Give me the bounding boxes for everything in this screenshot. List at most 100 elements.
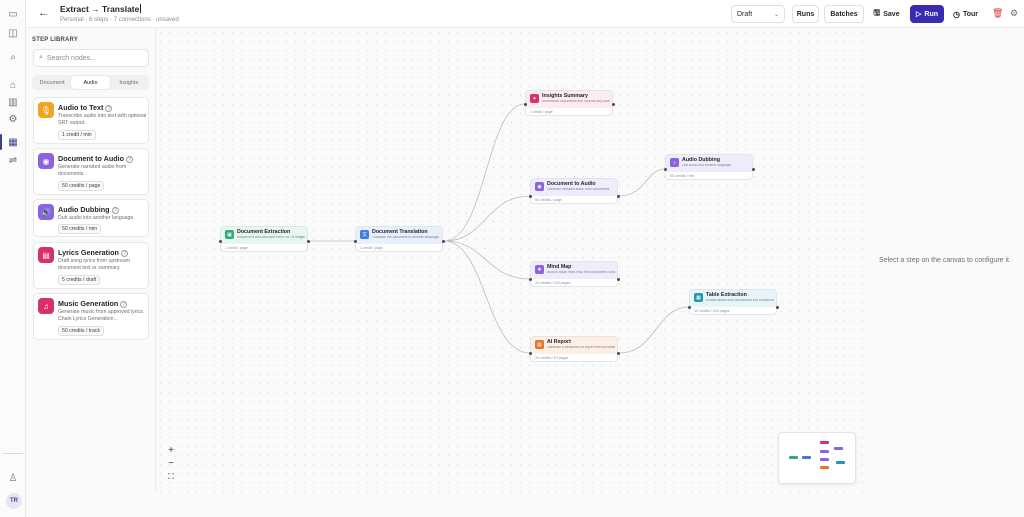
speaker-icon: ♪ <box>670 158 679 167</box>
input-port[interactable] <box>529 352 532 355</box>
folder-icon[interactable]: ▭ <box>6 7 20 21</box>
help-icon: ? <box>105 105 113 112</box>
node-header: 文 Document Translation Translate the doc… <box>356 227 442 244</box>
node-desc: Generate a structured AI report from doc… <box>547 346 615 349</box>
panel-toggle-icon[interactable]: ◫ <box>6 26 20 40</box>
search-icon[interactable]: ⌕ <box>6 50 20 64</box>
tour-button[interactable]: ◷ Tour <box>949 5 982 23</box>
node-insights-summary[interactable]: ✦ Insights Summary Summarize documents i… <box>525 90 613 116</box>
node-header: ◉ Document to Audio Generate narrated au… <box>531 179 617 196</box>
node-document-to-audio[interactable]: ◉ Document to Audio Generate narrated au… <box>530 178 618 204</box>
card-desc: Transcribe audio into text with optional… <box>58 113 147 126</box>
tab-audio[interactable]: Audio <box>71 76 110 89</box>
mind-map-icon: ❖ <box>535 265 544 274</box>
zoom-in-icon[interactable]: + <box>166 445 176 456</box>
trash-icon[interactable]: 🗑 <box>992 8 1003 19</box>
card-badge: 50 credits / track <box>58 326 105 336</box>
output-port[interactable] <box>442 240 445 243</box>
node-desc: Translate the document to another langua… <box>372 236 440 239</box>
run-label: Run <box>924 10 938 18</box>
batches-button[interactable]: Batches <box>824 5 864 23</box>
run-button[interactable]: ▷ Run <box>910 5 944 23</box>
user-icon[interactable]: ♙ <box>6 471 20 485</box>
translate-icon: 文 <box>360 230 369 239</box>
help-icon: ? <box>111 207 119 214</box>
workflows-icon[interactable]: ▦ <box>6 135 20 149</box>
tab-insights[interactable]: Insights <box>110 76 148 89</box>
library-card-audio-to-text[interactable]: 🎙 Audio to Text? Transcribe audio into t… <box>33 97 149 144</box>
card-badge: 1 credit / min <box>58 130 96 140</box>
output-port[interactable] <box>776 306 779 309</box>
runs-button[interactable]: Runs <box>792 5 819 23</box>
output-port[interactable] <box>307 240 310 243</box>
back-arrow-icon[interactable]: ← <box>38 7 49 19</box>
active-indicator <box>0 134 2 150</box>
workflow-title[interactable]: Extract → Translate <box>60 4 142 14</box>
minimap-node <box>820 441 829 444</box>
output-port[interactable] <box>617 195 620 198</box>
library-card-music-generation[interactable]: ♫ Music Generation? Generate music from … <box>33 293 149 340</box>
chevron-down-icon: ⌄ <box>773 11 779 18</box>
save-button[interactable]: 🖫 Save <box>869 5 904 23</box>
speaker-icon: 🔊 <box>38 204 54 220</box>
sliders-icon[interactable]: ⇌ <box>6 153 20 167</box>
minimap-node <box>820 450 829 453</box>
input-port[interactable] <box>354 240 357 243</box>
tab-document[interactable]: Document <box>33 76 71 89</box>
node-document-extraction[interactable]: ▣ Document Extraction Extract text and s… <box>220 226 308 252</box>
help-icon: ? <box>120 301 128 308</box>
minimap-node <box>820 466 829 469</box>
card-desc: Dub audio into another language. <box>58 215 135 221</box>
search-input[interactable]: ⌕ Search nodes... <box>33 49 149 67</box>
node-cost: 10 credits / 100 pages <box>535 281 571 285</box>
node-cost: 50 credits / page <box>535 198 562 202</box>
clock-icon: ◷ <box>952 9 960 19</box>
minimap[interactable] <box>778 432 856 484</box>
insights-icon: ✦ <box>530 94 539 103</box>
library-card-lyrics-generation[interactable]: ▤ Lyrics Generation? Draft song lyrics f… <box>33 242 149 289</box>
node-header: ✦ Insights Summary Summarize documents i… <box>526 91 612 108</box>
output-port[interactable] <box>617 278 620 281</box>
node-audio-dubbing[interactable]: ♪ Audio Dubbing Dub audio into another l… <box>665 154 753 180</box>
node-document-translation[interactable]: 文 Document Translation Translate the doc… <box>355 226 443 252</box>
node-title: AI Report <box>547 339 571 345</box>
inspector-panel: Select a step on the canvas to configure… <box>866 28 1024 517</box>
output-port[interactable] <box>612 103 615 106</box>
settings-icon[interactable]: ⚙ <box>6 112 20 126</box>
input-port[interactable] <box>529 195 532 198</box>
gear-icon[interactable]: ⚙ <box>1010 8 1018 19</box>
input-port[interactable] <box>219 240 222 243</box>
avatar[interactable]: TR <box>6 493 22 509</box>
node-cost: 1 credit / page <box>360 246 383 250</box>
node-header: ♪ Audio Dubbing Dub audio into another l… <box>666 155 752 172</box>
home-icon[interactable]: ⌂ <box>6 78 20 92</box>
node-title: Document Translation <box>372 229 428 235</box>
input-port[interactable] <box>529 278 532 281</box>
input-port[interactable] <box>664 168 667 171</box>
library-card-document-to-audio[interactable]: ◉ Document to Audio? Generate narrated a… <box>33 148 149 195</box>
input-port[interactable] <box>688 306 691 309</box>
input-port[interactable] <box>524 103 527 106</box>
node-cost: 50 credits / min <box>670 174 695 178</box>
node-title: Insights Summary <box>542 93 588 99</box>
zoom-out-icon[interactable]: − <box>166 458 176 469</box>
status-select[interactable]: Draft ⌄ <box>731 5 785 23</box>
workflow-canvas[interactable]: ▣ Document Extraction Extract text and s… <box>156 28 866 492</box>
chart-icon[interactable]: ▥ <box>6 95 20 109</box>
node-desc: Extract text and structure from PDF or i… <box>237 236 305 239</box>
node-title: Table Extraction <box>706 292 747 298</box>
library-card-audio-dubbing[interactable]: 🔊 Audio Dubbing? Dub audio into another … <box>33 199 149 237</box>
node-ai-report[interactable]: ▤ AI Report Generate a structured AI rep… <box>530 336 618 362</box>
output-port[interactable] <box>617 352 620 355</box>
edge <box>443 240 531 280</box>
node-table-extraction[interactable]: ▦ Table Extraction Extract tables from d… <box>689 289 777 315</box>
card-badge: 50 credits / min <box>58 224 102 234</box>
output-port[interactable] <box>752 168 755 171</box>
card-name: Document to Audio? <box>58 154 134 163</box>
save-label: Save <box>883 10 900 18</box>
save-icon: 🖫 <box>873 8 881 17</box>
node-desc: Extract tables from documents into struc… <box>706 299 774 302</box>
lyrics-icon: ▤ <box>38 247 54 263</box>
node-mind-map[interactable]: ❖ Mind Map Build a visual mind map from … <box>530 261 618 287</box>
fit-view-icon[interactable]: ⛶ <box>166 472 176 482</box>
